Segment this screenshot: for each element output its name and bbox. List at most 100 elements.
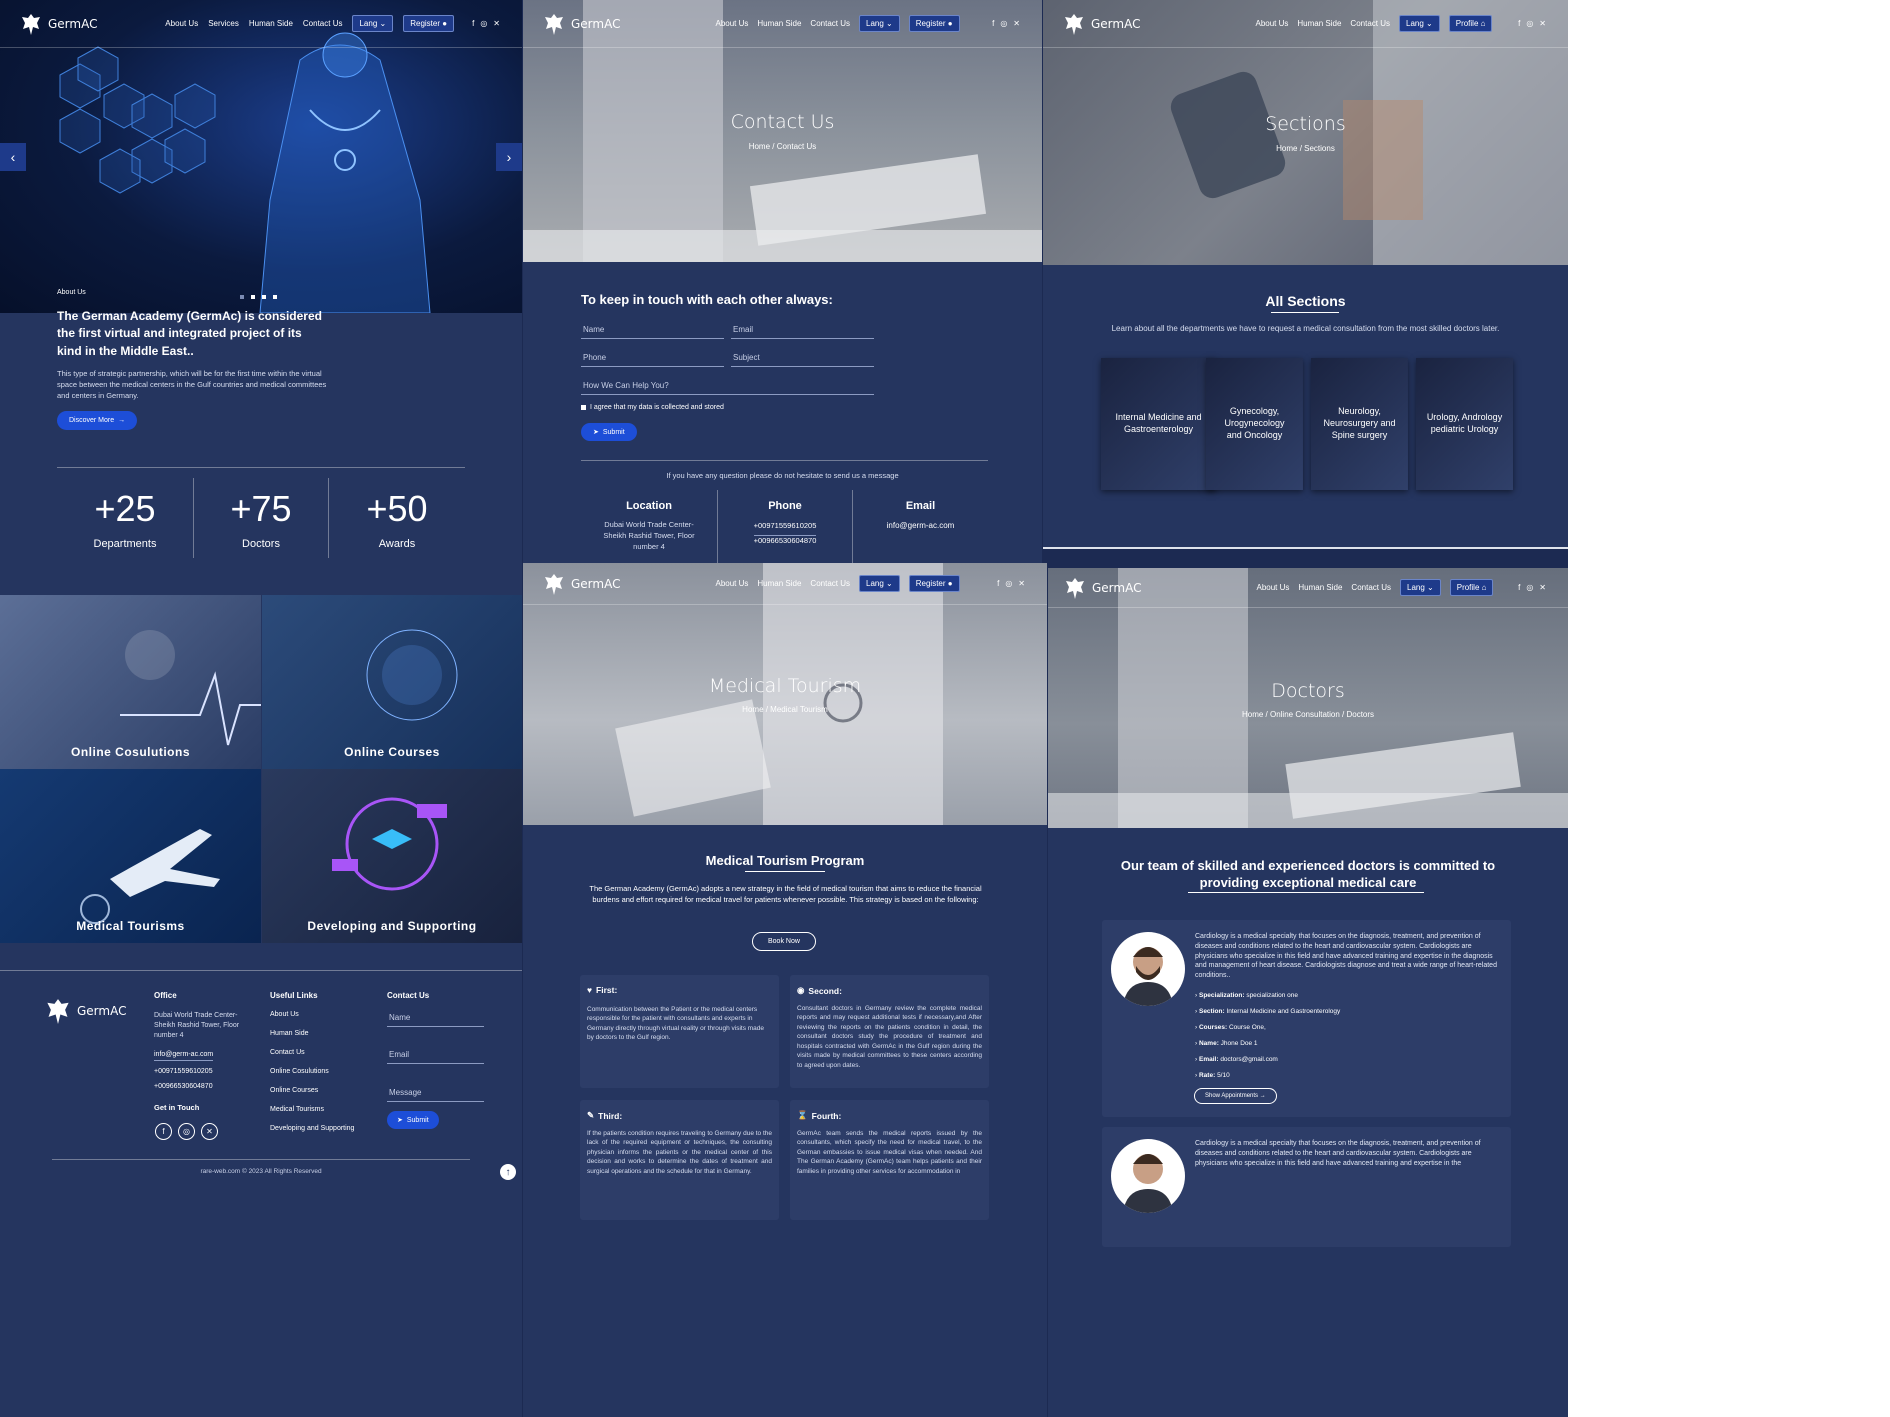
phone-number[interactable]: +00966530604870 xyxy=(753,535,817,545)
nav-about[interactable]: About Us xyxy=(1256,583,1289,592)
facebook-icon[interactable]: f xyxy=(155,1123,172,1140)
logo[interactable]: GermAC xyxy=(543,11,620,37)
instagram-icon[interactable]: ◎ xyxy=(480,19,487,28)
office-phone[interactable]: +00966530604870 xyxy=(154,1083,213,1090)
nav-about[interactable]: About Us xyxy=(715,579,748,588)
footer-link[interactable]: Medical Tourisms xyxy=(270,1106,354,1113)
instagram-icon[interactable]: ◎ xyxy=(1005,579,1012,588)
instagram-icon[interactable]: ◎ xyxy=(178,1123,195,1140)
register-button[interactable]: Register ● xyxy=(908,575,960,592)
nav-contact[interactable]: Contact Us xyxy=(1351,583,1391,592)
instagram-icon[interactable]: ◎ xyxy=(1000,19,1007,28)
footer-link[interactable]: Human Side xyxy=(270,1030,354,1037)
nav-contact[interactable]: Contact Us xyxy=(810,579,850,588)
nav-human-side[interactable]: Human Side xyxy=(757,579,801,588)
footer-link[interactable]: Online Cosulutions xyxy=(270,1068,354,1075)
prev-arrow[interactable]: ‹ xyxy=(0,143,26,171)
section-card-urology[interactable]: Urology, Andrology pediatric Urology xyxy=(1416,358,1513,490)
phone-number[interactable]: +00971559610205 xyxy=(718,521,852,530)
social-links: f ◎ ✕ xyxy=(1518,583,1546,592)
slider-dot[interactable] xyxy=(262,295,266,299)
book-now-button[interactable]: Book Now xyxy=(752,932,816,951)
nav-contact[interactable]: Contact Us xyxy=(303,19,343,28)
profile-button[interactable]: Profile ⌂ xyxy=(1449,579,1494,596)
scroll-top-button[interactable]: ↑ xyxy=(500,1164,516,1180)
tile-online-consultations[interactable]: Online Cosulutions xyxy=(0,595,261,769)
footer-email-input[interactable]: Email xyxy=(387,1046,484,1064)
footer-link[interactable]: About Us xyxy=(270,1011,354,1018)
footer-name-input[interactable]: Name xyxy=(387,1009,484,1027)
tile-online-courses[interactable]: Online Courses xyxy=(262,595,522,769)
step-text: Consultant doctors in Germany review the… xyxy=(797,1005,982,1069)
facebook-icon[interactable]: f xyxy=(1518,19,1520,28)
email-address[interactable]: info@germ-ac.com xyxy=(853,521,988,530)
logo[interactable]: GermAC xyxy=(543,571,620,597)
x-icon[interactable]: ✕ xyxy=(1018,579,1025,588)
facebook-icon[interactable]: f xyxy=(472,19,474,28)
page-title: Medical Tourism xyxy=(708,675,862,697)
footer-link[interactable]: Developing and Supporting xyxy=(270,1125,354,1132)
x-icon[interactable]: ✕ xyxy=(1539,19,1546,28)
next-arrow[interactable]: › xyxy=(496,143,522,171)
footer-message-input[interactable]: Message xyxy=(387,1084,484,1102)
nav-human-side[interactable]: Human Side xyxy=(1298,583,1342,592)
footer-logo[interactable]: GermAC xyxy=(45,995,126,1027)
section-card-neurology[interactable]: Neurology, Neurosurgery and Spine surger… xyxy=(1311,358,1408,490)
contact-submit-button[interactable]: ➤ Submit xyxy=(581,423,637,441)
facebook-icon[interactable]: f xyxy=(1518,583,1520,592)
nav-contact[interactable]: Contact Us xyxy=(1350,19,1390,28)
profile-button[interactable]: Profile ⌂ xyxy=(1448,15,1493,32)
nav-about[interactable]: About Us xyxy=(1255,19,1288,28)
send-icon: ➤ xyxy=(397,1117,403,1124)
agree-checkbox[interactable] xyxy=(581,405,586,410)
logo[interactable]: GermAC xyxy=(1063,11,1140,37)
lang-dropdown[interactable]: Lang ⌄ xyxy=(1399,15,1440,32)
social-links: f ◎ ✕ xyxy=(992,19,1020,28)
lang-dropdown[interactable]: Lang ⌄ xyxy=(859,575,900,592)
tile-medical-tourisms[interactable]: Medical Tourisms xyxy=(0,769,261,943)
register-button[interactable]: Register ● xyxy=(403,15,455,32)
discover-more-button[interactable]: Discover More → xyxy=(57,411,138,430)
message-input[interactable]: How We Can Help You? xyxy=(581,377,874,395)
subject-input[interactable]: Subject xyxy=(731,349,874,367)
logo[interactable]: GermAC xyxy=(1064,575,1141,601)
nav-human-side[interactable]: Human Side xyxy=(1297,19,1341,28)
facebook-icon[interactable]: f xyxy=(997,579,999,588)
agree-checkbox-row[interactable]: I agree that my data is collected and st… xyxy=(581,404,724,411)
nav-links: About Us Human Side Contact Us Lang ⌄ Re… xyxy=(715,575,960,592)
section-card-internal-medicine[interactable]: Internal Medicine and Gastroenterology xyxy=(1101,358,1216,490)
x-icon[interactable]: ✕ xyxy=(201,1123,218,1140)
nav-about[interactable]: About Us xyxy=(165,19,198,28)
instagram-icon[interactable]: ◎ xyxy=(1526,19,1533,28)
office-phone[interactable]: +00971559610205 xyxy=(154,1068,213,1075)
lang-dropdown[interactable]: Lang ⌄ xyxy=(352,15,394,32)
footer-link[interactable]: Contact Us xyxy=(270,1049,354,1056)
nav-contact[interactable]: Contact Us xyxy=(810,19,850,28)
instagram-icon[interactable]: ◎ xyxy=(1526,583,1533,592)
office-email[interactable]: info@germ-ac.com xyxy=(154,1051,214,1061)
nav-human-side[interactable]: Human Side xyxy=(757,19,801,28)
x-icon[interactable]: ✕ xyxy=(1539,583,1546,592)
x-icon[interactable]: ✕ xyxy=(1013,19,1020,28)
tile-developing-supporting[interactable]: Developing and Supporting xyxy=(262,769,522,943)
phone-input[interactable]: Phone xyxy=(581,349,724,367)
slider-dot[interactable] xyxy=(273,295,277,299)
x-icon[interactable]: ✕ xyxy=(493,19,500,28)
section-card-gynecology[interactable]: Gynecology, Urogynecology and Oncology xyxy=(1206,358,1303,490)
lang-dropdown[interactable]: Lang ⌄ xyxy=(1400,579,1441,596)
nav-services[interactable]: Services xyxy=(208,19,239,28)
page-title: Contact Us xyxy=(730,111,835,133)
footer-link[interactable]: Online Courses xyxy=(270,1087,354,1094)
nav-human-side[interactable]: Human Side xyxy=(249,19,293,28)
lang-dropdown[interactable]: Lang ⌄ xyxy=(859,15,900,32)
nav-about[interactable]: About Us xyxy=(715,19,748,28)
footer-submit-button[interactable]: ➤ Submit xyxy=(387,1111,439,1129)
name-input[interactable]: Name xyxy=(581,321,724,339)
email-input[interactable]: Email xyxy=(731,321,874,339)
facebook-icon[interactable]: f xyxy=(992,19,994,28)
logo[interactable]: GermAC xyxy=(20,11,97,37)
slider-dot[interactable] xyxy=(251,295,255,299)
slider-dot[interactable] xyxy=(240,295,244,299)
register-button[interactable]: Register ● xyxy=(908,15,960,32)
show-appointments-button[interactable]: Show Appointments → xyxy=(1194,1088,1277,1104)
